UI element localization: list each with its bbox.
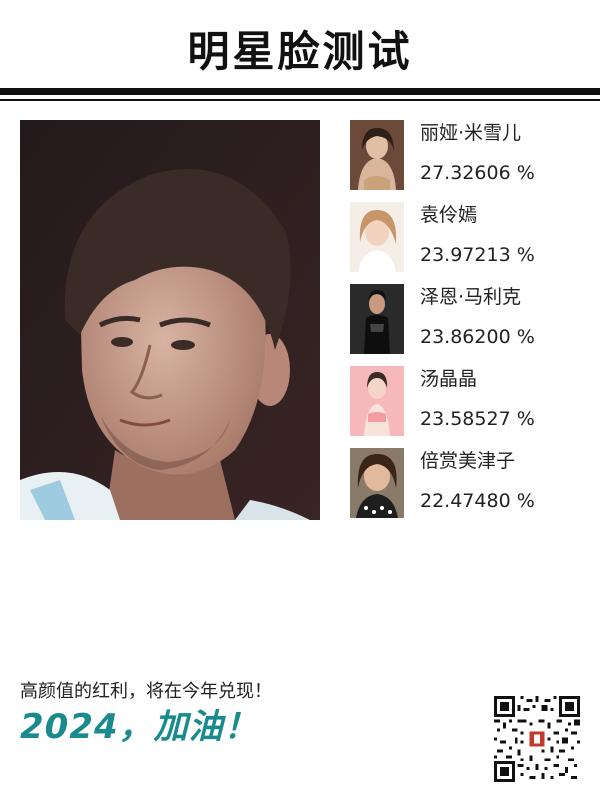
similarity-score: 23.58527 %	[420, 408, 535, 430]
result-item: 袁伶嫣 23.97213 %	[350, 202, 590, 272]
celebrity-photo-icon	[350, 366, 404, 436]
page-title: 明星脸测试	[187, 27, 413, 76]
celebrity-photo-icon	[350, 202, 404, 272]
celebrity-thumbnail	[350, 448, 404, 518]
celebrity-thumbnail	[350, 202, 404, 272]
header-divider-thin	[0, 99, 600, 101]
celebrity-thumbnail	[350, 366, 404, 436]
qr-code[interactable]	[494, 696, 580, 782]
celebrity-photo-icon	[350, 120, 404, 190]
celebrity-name: 倍赏美津子	[420, 450, 516, 472]
celebrity-name: 泽恩·马利克	[420, 286, 522, 308]
result-item: 丽娅·米雪儿 27.32606 %	[350, 120, 590, 190]
result-item: 倍赏美津子 22.47480 %	[350, 448, 590, 518]
similarity-score: 23.86200 %	[420, 326, 535, 348]
similarity-score: 27.32606 %	[420, 162, 535, 184]
footer-subtitle: 高颜值的红利，将在今年兑现！	[20, 681, 272, 702]
celebrity-photo-icon	[350, 284, 404, 354]
celebrity-thumbnail	[350, 284, 404, 354]
header-divider-thick	[0, 88, 600, 95]
result-item: 泽恩·马利克 23.86200 %	[350, 284, 590, 354]
result-item: 汤晶晶 23.58527 %	[350, 366, 590, 436]
footer-slogan: 2024，加油！	[20, 707, 259, 747]
celebrity-name: 汤晶晶	[420, 368, 478, 390]
match-results-list: 丽娅·米雪儿 27.32606 % 袁伶嫣 23.97213 % 泽恩·马利克	[350, 120, 590, 530]
qr-code-icon	[494, 696, 580, 782]
celebrity-photo-icon	[350, 448, 404, 518]
celebrity-name: 丽娅·米雪儿	[420, 122, 522, 144]
similarity-score: 23.97213 %	[420, 244, 535, 266]
celebrity-name: 袁伶嫣	[420, 204, 478, 226]
main-portrait-photo	[20, 120, 320, 520]
portrait-photo-icon	[20, 120, 320, 520]
celebrity-thumbnail	[350, 120, 404, 190]
similarity-score: 22.47480 %	[420, 490, 535, 512]
